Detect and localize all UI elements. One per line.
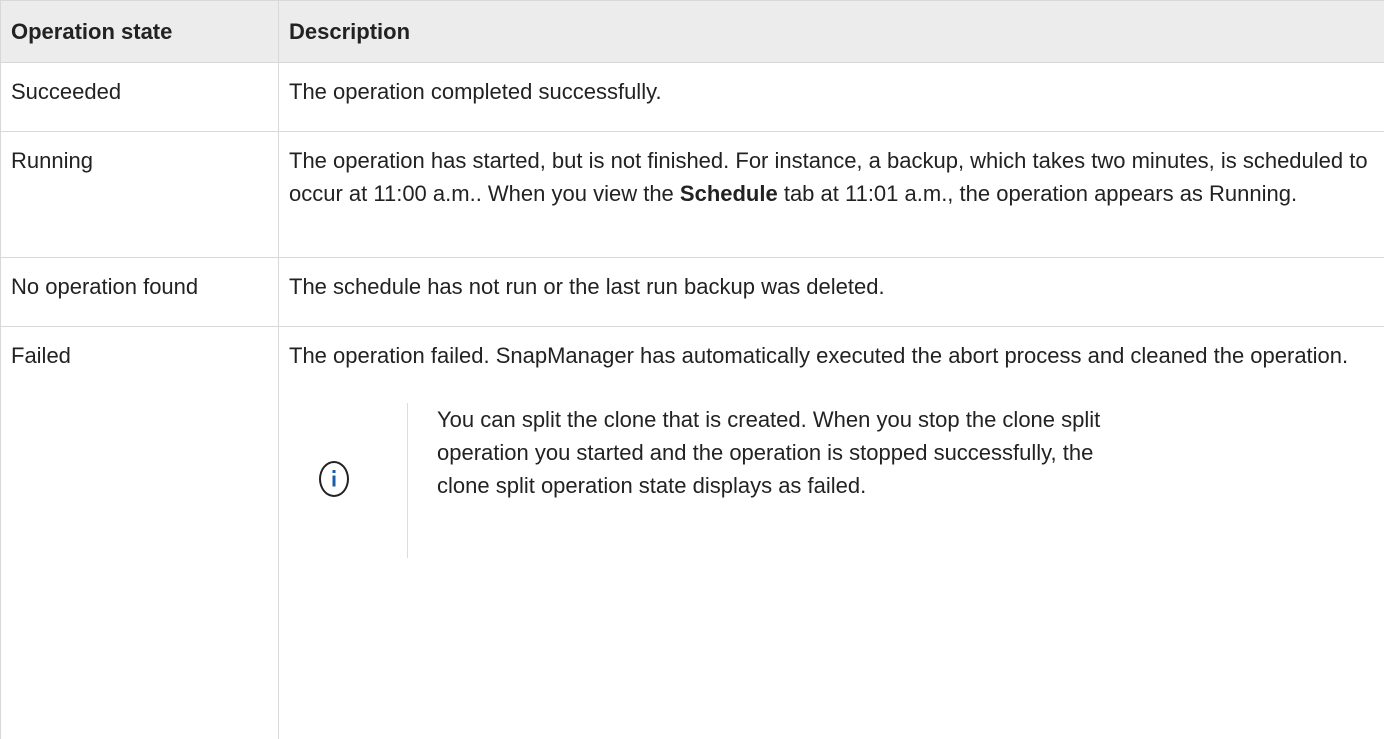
note-icon-column bbox=[307, 403, 408, 558]
table-body: Succeeded The operation completed succes… bbox=[1, 63, 1384, 739]
schedule-tab-reference: Schedule bbox=[680, 181, 778, 206]
state-cell: Failed bbox=[1, 327, 279, 739]
state-cell: Succeeded bbox=[1, 63, 279, 132]
table-row: Running The operation has started, but i… bbox=[1, 132, 1384, 258]
header-description: Description bbox=[279, 1, 1384, 63]
note-text: You can split the clone that is created.… bbox=[437, 403, 1137, 502]
header-row: Operation state Description bbox=[1, 1, 1384, 63]
table-row: Failed The operation failed. SnapManager… bbox=[1, 327, 1384, 739]
info-icon-glyph bbox=[321, 463, 347, 495]
description-cell: The operation completed successfully. bbox=[279, 63, 1384, 132]
description-text: tab at 11:01 a.m., the operation appears… bbox=[778, 181, 1297, 206]
note-callout: You can split the clone that is created.… bbox=[307, 403, 1374, 558]
state-cell: No operation found bbox=[1, 258, 279, 327]
operation-state-table: Operation state Description Succeeded Th… bbox=[0, 0, 1384, 739]
description-cell: The operation failed. SnapManager has au… bbox=[279, 327, 1384, 739]
state-cell: Running bbox=[1, 132, 279, 258]
description-text: The operation failed. SnapManager has au… bbox=[289, 339, 1374, 372]
info-icon bbox=[319, 461, 349, 497]
description-cell: The schedule has not run or the last run… bbox=[279, 258, 1384, 327]
header-operation-state: Operation state bbox=[1, 1, 279, 63]
table-row: No operation found The schedule has not … bbox=[1, 258, 1384, 327]
table-header: Operation state Description bbox=[1, 1, 1384, 63]
description-cell: The operation has started, but is not fi… bbox=[279, 132, 1384, 258]
table-row: Succeeded The operation completed succes… bbox=[1, 63, 1384, 132]
